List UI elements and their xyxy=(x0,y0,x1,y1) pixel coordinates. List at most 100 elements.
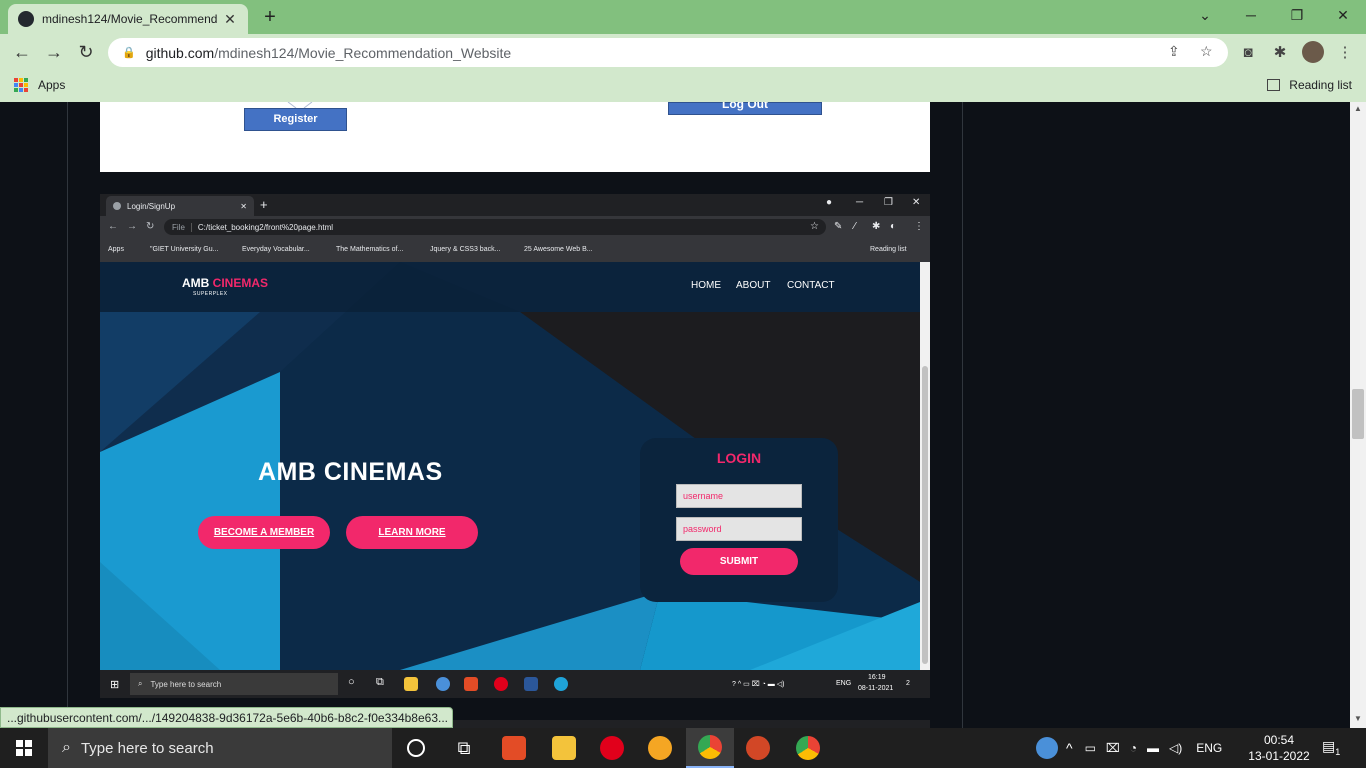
office-icon xyxy=(464,677,478,691)
brave-icon xyxy=(648,736,672,760)
close-tab-icon[interactable]: ✕ xyxy=(222,11,238,28)
scroll-up-icon[interactable]: ▲ xyxy=(1350,104,1366,113)
menu-kebab-icon[interactable]: ⋮ xyxy=(1334,42,1356,64)
bookmark-item: The Mathematics of... xyxy=(336,246,404,253)
screenshot-notif-badge: 2 xyxy=(906,680,910,687)
pen-icon: ✎ xyxy=(834,221,843,232)
reload-icon: ↻ xyxy=(146,221,155,232)
windows-logo-icon xyxy=(16,740,32,756)
start-button[interactable] xyxy=(0,728,48,768)
language-indicator[interactable]: ENG xyxy=(1196,741,1222,755)
forward-icon: → xyxy=(127,221,137,232)
extensions-icon[interactable]: ✱ xyxy=(1269,42,1291,64)
scrollbar-thumb xyxy=(922,366,928,664)
battery-icon[interactable]: ▬ xyxy=(1147,741,1159,755)
close-window-button[interactable]: ✕ xyxy=(1320,0,1366,30)
bookmark-reading-list: Reading list xyxy=(870,246,907,253)
reload-button[interactable]: ↻ xyxy=(74,40,98,64)
chrome-icon xyxy=(436,677,450,691)
new-tab-button[interactable]: + xyxy=(258,6,282,28)
meet-icon[interactable]: ▭ xyxy=(1085,741,1096,755)
scroll-down-icon[interactable]: ▼ xyxy=(1350,714,1366,723)
submit-button: SUBMIT xyxy=(680,548,798,575)
taskbar-file-explorer[interactable] xyxy=(540,728,588,768)
minimize-icon: ─ xyxy=(856,197,864,208)
github-readme-content: Register Log Out Login/SignUp ✕ + ● ─ ❐ … xyxy=(0,102,1350,728)
taskbar-brave[interactable] xyxy=(636,728,684,768)
bookmark-item: Apps xyxy=(108,246,124,253)
screenshot-scrollbar xyxy=(920,262,930,670)
logo-main: AMB xyxy=(182,276,210,290)
browser-tab-github[interactable]: mdinesh124/Movie_Recommend ✕ xyxy=(8,4,248,34)
screenshot-taskbar-search: ⌕ Type here to search xyxy=(130,673,338,695)
address-bar[interactable]: 🔒 github.com/mdinesh124/Movie_Recommenda… xyxy=(108,38,1228,67)
screenshot-bookmarks-bar: Apps "GIET University Gu... Everyday Voc… xyxy=(100,238,930,262)
screenshot-time: 16:19 xyxy=(868,674,886,681)
task-view-icon: ⧉ xyxy=(376,676,384,688)
taskbar-clock[interactable]: 00:54 13-01-2022 xyxy=(1248,732,1310,764)
search-icon: ⌕ xyxy=(138,679,143,688)
cortana-button[interactable] xyxy=(392,728,440,768)
camera-icon[interactable]: ◙ xyxy=(1237,42,1259,64)
nav-about: ABOUT xyxy=(736,280,771,291)
taskbar-opera[interactable] xyxy=(588,728,636,768)
file-explorer-icon xyxy=(552,736,576,760)
taskbar-office[interactable] xyxy=(490,728,538,768)
taskbar-search-box[interactable]: ⌕ Type here to search xyxy=(48,728,392,768)
back-button[interactable]: ← xyxy=(10,40,34,64)
file-scheme: File xyxy=(172,222,192,232)
minimize-button[interactable]: ─ xyxy=(1228,0,1274,30)
screenshot-toolbar: ← → ↻ File C:/ticket_booking2/front%20pa… xyxy=(100,216,930,238)
notification-count: 1 xyxy=(1335,746,1341,757)
search-icon: ⌕ xyxy=(62,739,71,756)
star-icon: ☆ xyxy=(810,221,819,232)
reading-list-button[interactable]: Reading list xyxy=(1267,78,1352,92)
github-icon xyxy=(18,11,34,27)
apps-grid-icon xyxy=(14,78,28,92)
screenshot-url: C:/ticket_booking2/front%20page.html xyxy=(197,222,334,232)
taskbar-chrome[interactable] xyxy=(686,728,734,768)
tab-search-icon[interactable]: ⌄ xyxy=(1182,0,1228,30)
apps-shortcut[interactable]: Apps xyxy=(14,78,65,92)
logo-accent: CINEMAS xyxy=(212,276,269,290)
login-title: LOGIN xyxy=(716,450,762,466)
reading-list-label: Reading list xyxy=(1289,78,1352,92)
chrome-profile-icon xyxy=(796,736,820,760)
screenshot-search-text: Type here to search xyxy=(150,679,222,689)
bookmark-item: Jquery & CSS3 back... xyxy=(430,246,501,253)
page-scrollbar-thumb[interactable] xyxy=(1352,389,1364,439)
bookmark-item: Everyday Vocabular... xyxy=(242,246,310,253)
volume-icon[interactable]: ◁) xyxy=(1169,741,1182,755)
screenshot-tab: Login/SignUp ✕ xyxy=(106,196,254,216)
help-icon[interactable] xyxy=(1036,737,1058,759)
restore-button[interactable]: ❐ xyxy=(1274,0,1320,30)
screenshot-taskbar: ⊞ ⌕ Type here to search ○ ⧉ ? ^ ▭ ⌧ ◔ ▬ … xyxy=(100,670,930,698)
amb-cinemas-page: AMB CINEMAS SUPERPLEX HOME ABOUT CONTACT… xyxy=(100,262,920,670)
username-field: username xyxy=(676,484,802,508)
taskbar-chrome-profile[interactable] xyxy=(784,728,832,768)
opera-icon xyxy=(600,736,624,760)
logo-subtitle: SUPERPLEX xyxy=(193,291,228,297)
file-explorer-icon xyxy=(404,677,418,691)
display-icon[interactable]: ⌧ xyxy=(1106,741,1120,755)
wifi-icon[interactable]: ◔ xyxy=(1130,741,1137,755)
apps-label: Apps xyxy=(38,78,66,92)
share-icon[interactable]: ⇪ xyxy=(1168,43,1180,60)
screenshot-date: 08-11-2021 xyxy=(858,685,894,692)
chevron-up-icon[interactable]: ^ xyxy=(1066,740,1073,756)
restore-icon: ❐ xyxy=(884,197,893,208)
bookmark-star-icon[interactable]: ☆ xyxy=(1200,43,1213,60)
notification-icon: ▤ xyxy=(1322,738,1336,754)
forward-button[interactable]: → xyxy=(42,40,66,64)
taskbar-powerpoint[interactable] xyxy=(734,728,782,768)
browser-tab-strip: mdinesh124/Movie_Recommend ✕ + ⌄ ─ ❐ ✕ xyxy=(0,0,1366,34)
screenshot-tab-strip: Login/SignUp ✕ + ● ─ ❐ ✕ xyxy=(100,194,930,216)
nav-home: HOME xyxy=(691,280,721,291)
flow-diagram-image: Register Log Out xyxy=(100,102,930,172)
notification-center-button[interactable]: ▤1 xyxy=(1322,738,1344,758)
profile-avatar[interactable] xyxy=(1302,41,1324,63)
task-view-button[interactable]: ⧉ xyxy=(440,728,488,768)
windows-taskbar: ⌕ Type here to search ⧉ ^ ▭ ⌧ ◔ ▬ ◁) ENG… xyxy=(0,728,1366,768)
bookmark-item: 25 Awesome Web B... xyxy=(524,246,593,253)
page-scrollbar[interactable]: ▲ ▼ xyxy=(1350,102,1366,728)
